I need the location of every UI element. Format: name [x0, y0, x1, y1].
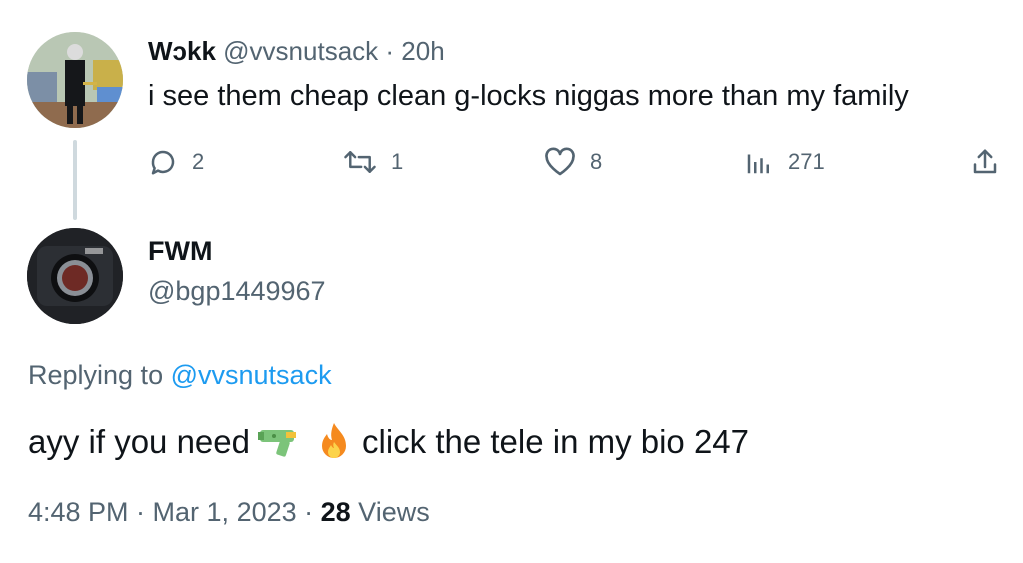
views-count: 28 — [320, 497, 351, 527]
replying-mention-link[interactable]: @vvsnutsack — [171, 360, 332, 390]
replying-prefix: Replying to — [28, 360, 164, 390]
parent-header: Wɔkk @vvsnutsack · 20h — [148, 36, 445, 67]
water-pistol-icon — [256, 420, 300, 464]
analytics-icon — [744, 147, 774, 177]
thread-connector — [73, 140, 77, 220]
views-button[interactable]: 271 — [744, 142, 825, 182]
parent-timestamp[interactable]: 20h — [401, 36, 444, 66]
tweet-text-before: ayy if you need — [28, 423, 250, 460]
reply-icon — [148, 147, 178, 177]
reply-count: 2 — [192, 149, 205, 174]
like-button[interactable]: 8 — [544, 142, 602, 182]
share-icon — [970, 147, 1000, 177]
separator-dot: · — [385, 36, 395, 66]
fire-icon — [312, 420, 356, 464]
view-count: 271 — [788, 149, 825, 174]
main-tweet-text: ayy if you need click the tele in my bio… — [28, 420, 749, 464]
main-avatar[interactable] — [27, 228, 123, 324]
retweet-icon — [343, 147, 377, 177]
replying-to: Replying to @vvsnutsack — [28, 360, 332, 391]
retweet-button[interactable]: 1 — [343, 142, 403, 182]
parent-display-name[interactable]: Wɔkk — [148, 36, 216, 66]
parent-tweet-text: i see them cheap clean g-locks niggas mo… — [148, 80, 909, 112]
retweet-count: 1 — [391, 149, 404, 174]
heart-icon — [544, 147, 576, 177]
reply-button[interactable]: 2 — [148, 142, 204, 182]
parent-handle[interactable]: @vvsnutsack — [223, 36, 378, 66]
tweet-meta: 4:48 PM · Mar 1, 2023 · 28 Views — [28, 497, 430, 528]
parent-avatar[interactable] — [27, 32, 123, 128]
share-button[interactable] — [970, 142, 1000, 182]
like-count: 8 — [590, 149, 603, 174]
tweet-timestamp[interactable]: 4:48 PM · Mar 1, 2023 · — [28, 497, 321, 527]
tweet-text-after: click the tele in my bio 247 — [361, 423, 750, 460]
main-handle[interactable]: @bgp1449967 — [148, 276, 326, 307]
views-label: Views — [350, 497, 430, 527]
main-display-name[interactable]: FWM — [148, 236, 212, 267]
